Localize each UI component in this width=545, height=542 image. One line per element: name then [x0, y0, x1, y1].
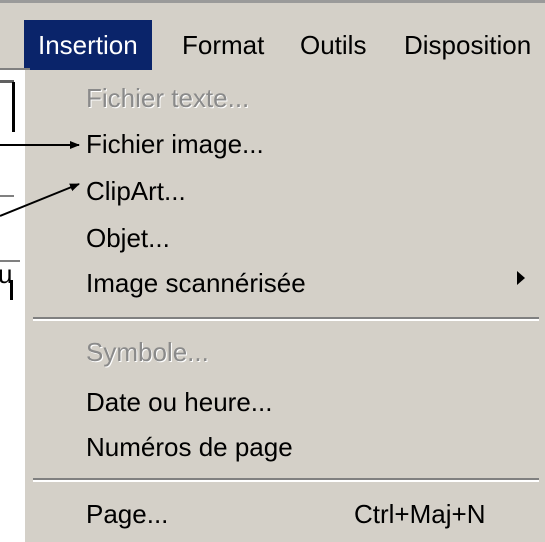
menu-item-numeros-page[interactable]: Numéros de page	[86, 427, 293, 467]
background-window-edge: u	[0, 70, 23, 542]
panel-line	[10, 280, 13, 300]
insertion-dropdown-menu: Fichier texte... Fichier image... ClipAr…	[23, 70, 545, 542]
menu-format[interactable]: Format	[182, 20, 264, 70]
menu-item-image-scannerisee[interactable]: Image scannérisée	[86, 263, 306, 303]
panel-line	[12, 82, 15, 132]
menu-separator	[33, 478, 539, 482]
menu-item-fichier-texte[interactable]: Fichier texte...	[86, 78, 249, 118]
submenu-arrow-icon	[517, 271, 525, 285]
menu-outils[interactable]: Outils	[300, 20, 366, 70]
menu-bar: Insertion Format Outils Disposition	[0, 0, 545, 70]
menu-item-fichier-image[interactable]: Fichier image...	[86, 124, 264, 164]
menu-item-objet[interactable]: Objet...	[86, 218, 170, 258]
menu-separator	[33, 317, 539, 321]
menubar-top-border	[0, 0, 545, 3]
menu-item-date-heure[interactable]: Date ou heure...	[86, 382, 272, 422]
menu-item-clipart[interactable]: ClipArt...	[86, 171, 186, 211]
menu-disposition[interactable]: Disposition	[404, 20, 531, 70]
panel-line	[0, 195, 14, 197]
menu-item-symbole[interactable]: Symbole...	[86, 332, 209, 372]
menu-insertion[interactable]: Insertion	[24, 20, 152, 70]
menu-item-page[interactable]: Page...	[86, 494, 168, 534]
menu-item-page-shortcut: Ctrl+Maj+N	[354, 499, 486, 529]
